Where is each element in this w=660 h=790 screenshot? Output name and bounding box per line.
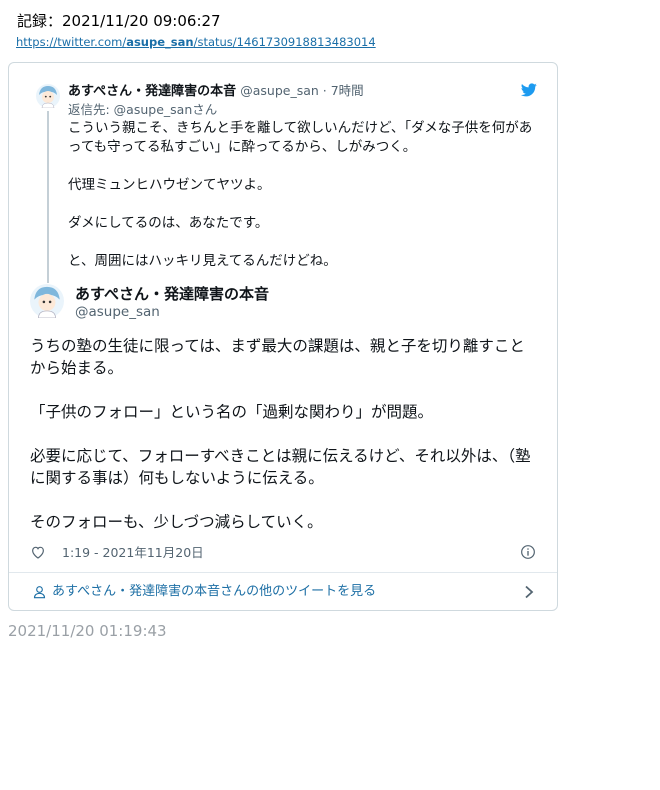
parent-paragraph: 代理ミュンヒハウゼンてヤツよ。 bbox=[68, 177, 271, 193]
parent-tweet-text: こういう親こそ、きちんと手を離して欲しいんだけど、「ダメな子供を何があっても守っ… bbox=[68, 119, 538, 290]
source-tweet-link[interactable]: https://twitter.com/asupe_san/status/146… bbox=[16, 35, 376, 49]
parent-paragraph: こういう親こそ、きちんと手を離して欲しいんだけど、「ダメな子供を何があっても守っ… bbox=[68, 120, 533, 155]
url-user: asupe_san bbox=[126, 35, 194, 49]
parent-tweet-header: あすぺさん・発達障害の本音 @asupe_san · 7時間 bbox=[68, 83, 364, 100]
chevron-right-icon bbox=[525, 585, 534, 599]
main-paragraph: うちの塾の生徒に限っては、まず最大の課題は、親と子を切り離すことから始まる。 bbox=[30, 337, 525, 377]
parent-avatar[interactable] bbox=[36, 84, 60, 108]
more-tweets-label: あすぺさん・発達障害の本音さんの他のツイートを見る bbox=[52, 584, 377, 599]
main-tweet-text: うちの塾の生徒に限っては、まず最大の課題は、親と子を切り離すことから始まる。 「… bbox=[30, 335, 540, 555]
parent-paragraph: と、周囲にはハッキリ見えてるんだけどね。 bbox=[68, 253, 337, 269]
user-icon bbox=[33, 586, 46, 599]
embedded-tweet-card: あすぺさん・発達障害の本音 @asupe_san · 7時間 返信先: @asu… bbox=[8, 62, 558, 611]
thread-line bbox=[47, 111, 49, 283]
record-timestamp: 記録：2021/11/20 09:06:27 bbox=[17, 12, 221, 30]
more-tweets-link[interactable]: あすぺさん・発達障害の本音さんの他のツイートを見る bbox=[9, 573, 557, 611]
tweet-timestamp[interactable]: 1:19 - 2021年11月20日 bbox=[62, 545, 204, 561]
reply-to-label: 返信先: @asupe_sanさん bbox=[68, 102, 218, 117]
twitter-bird-icon[interactable] bbox=[521, 83, 537, 97]
capture-timestamp: 2021/11/20 01:19:43 bbox=[8, 622, 167, 640]
main-paragraph: 「子供のフォロー」という名の「過剰な関わり」が問題。 bbox=[30, 403, 434, 421]
main-author-handle[interactable]: @asupe_san bbox=[75, 304, 160, 321]
main-paragraph: 必要に応じて、フォローすべきことは親に伝えるけど、それ以外は、（塾に関する事は）… bbox=[30, 447, 531, 487]
url-suffix: /status/1461730918813483014 bbox=[193, 35, 376, 49]
heart-icon[interactable] bbox=[30, 544, 46, 560]
main-paragraph: そのフォローも、少しづつ減らしていく。 bbox=[30, 513, 323, 531]
main-author-name[interactable]: あすぺさん・発達障害の本音 bbox=[75, 284, 269, 304]
main-avatar[interactable] bbox=[30, 284, 64, 318]
parent-author-name[interactable]: あすぺさん・発達障害の本音 bbox=[68, 84, 236, 99]
parent-paragraph: ダメにしてるのは、あなたです。 bbox=[68, 215, 269, 231]
info-icon[interactable] bbox=[520, 544, 536, 560]
parent-author-meta[interactable]: @asupe_san · 7時間 bbox=[240, 83, 363, 98]
url-prefix: https://twitter.com/ bbox=[16, 35, 127, 49]
